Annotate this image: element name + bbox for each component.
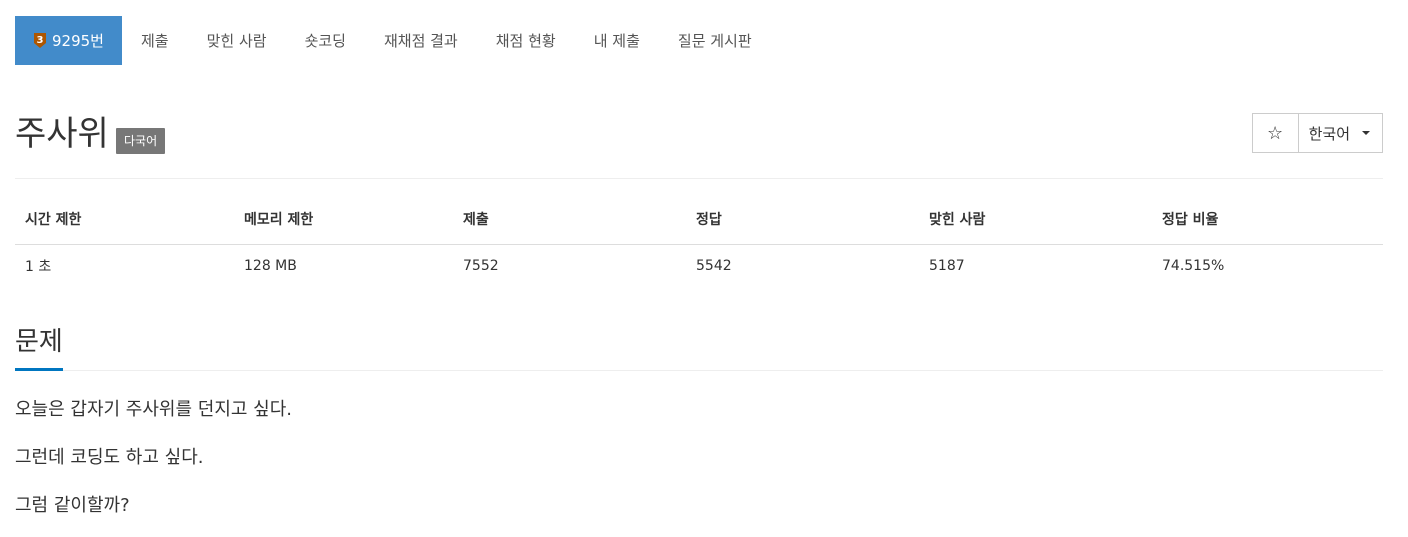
tab-solved-users[interactable]: 맞힌 사람	[188, 16, 286, 65]
problem-nav-tabs: 3 9295번 제출 맞힌 사람 숏코딩 재채점 결과 채점 현황 내 제출 질…	[15, 16, 771, 65]
title-row: 주사위 다국어 ☆ 한국어	[15, 112, 1383, 179]
header-accept-ratio: 정답 비율	[1152, 204, 1383, 245]
tab-short-coding[interactable]: 숏코딩	[286, 16, 365, 65]
language-dropdown[interactable]: 한국어	[1298, 113, 1383, 153]
problem-section-header: 문제	[15, 322, 1383, 371]
value-time-limit: 1 초	[25, 259, 52, 275]
star-icon: ☆	[1267, 122, 1284, 144]
problem-description: 오늘은 갑자기 주사위를 던지고 싶다. 그런데 코딩도 하고 싶다. 그럼 같…	[15, 400, 1383, 537]
tab-problem-label: 9295번	[52, 32, 104, 50]
info-header-row: 시간 제한 메모리 제한 제출 정답 맞힌 사람 정답 비율	[15, 204, 1383, 245]
value-submissions: 7552	[463, 258, 499, 274]
language-dropdown-label: 한국어	[1308, 124, 1350, 143]
tab-submit[interactable]: 제출	[122, 16, 188, 65]
title-actions: ☆ 한국어	[1251, 113, 1383, 153]
header-solved-users: 맞힌 사람	[919, 204, 1152, 245]
header-submissions: 제출	[453, 204, 686, 245]
multilang-badge: 다국어	[116, 128, 166, 154]
tier-badge-icon: 3	[33, 32, 47, 49]
description-paragraph: 그럼 같이할까?	[15, 495, 130, 516]
value-solved-users: 5187	[929, 258, 965, 274]
chevron-down-icon	[1362, 131, 1370, 135]
tab-question-board[interactable]: 질문 게시판	[659, 16, 771, 65]
value-accepted: 5542	[696, 258, 732, 274]
header-time-limit: 시간 제한	[15, 204, 234, 245]
tier-level: 3	[37, 35, 44, 46]
tab-rejudge-results[interactable]: 재채점 결과	[365, 16, 477, 65]
tab-judge-status[interactable]: 채점 현황	[477, 16, 575, 65]
page: 3 9295번 제출 맞힌 사람 숏코딩 재채점 결과 채점 현황 내 제출 질…	[0, 0, 1408, 537]
header-memory-limit: 메모리 제한	[234, 204, 453, 245]
description-paragraph: 그런데 코딩도 하고 싶다.	[15, 447, 204, 468]
tab-problem[interactable]: 3 9295번	[15, 16, 122, 65]
value-memory-limit: 128 MB	[244, 258, 297, 274]
problem-title: 주사위	[15, 114, 109, 154]
problem-info-table: 시간 제한 메모리 제한 제출 정답 맞힌 사람 정답 비율 1 초 128 M…	[15, 204, 1383, 287]
description-paragraph: 오늘은 갑자기 주사위를 던지고 싶다.	[15, 399, 293, 420]
header-accepted: 정답	[686, 204, 919, 245]
tab-my-submissions[interactable]: 내 제출	[575, 16, 659, 65]
value-accept-ratio: 74.515%	[1162, 258, 1225, 274]
section-title: 문제	[15, 326, 63, 371]
info-value-row: 1 초 128 MB 7552 5542 5187 74.515%	[15, 245, 1383, 288]
star-button[interactable]: ☆	[1251, 113, 1299, 153]
